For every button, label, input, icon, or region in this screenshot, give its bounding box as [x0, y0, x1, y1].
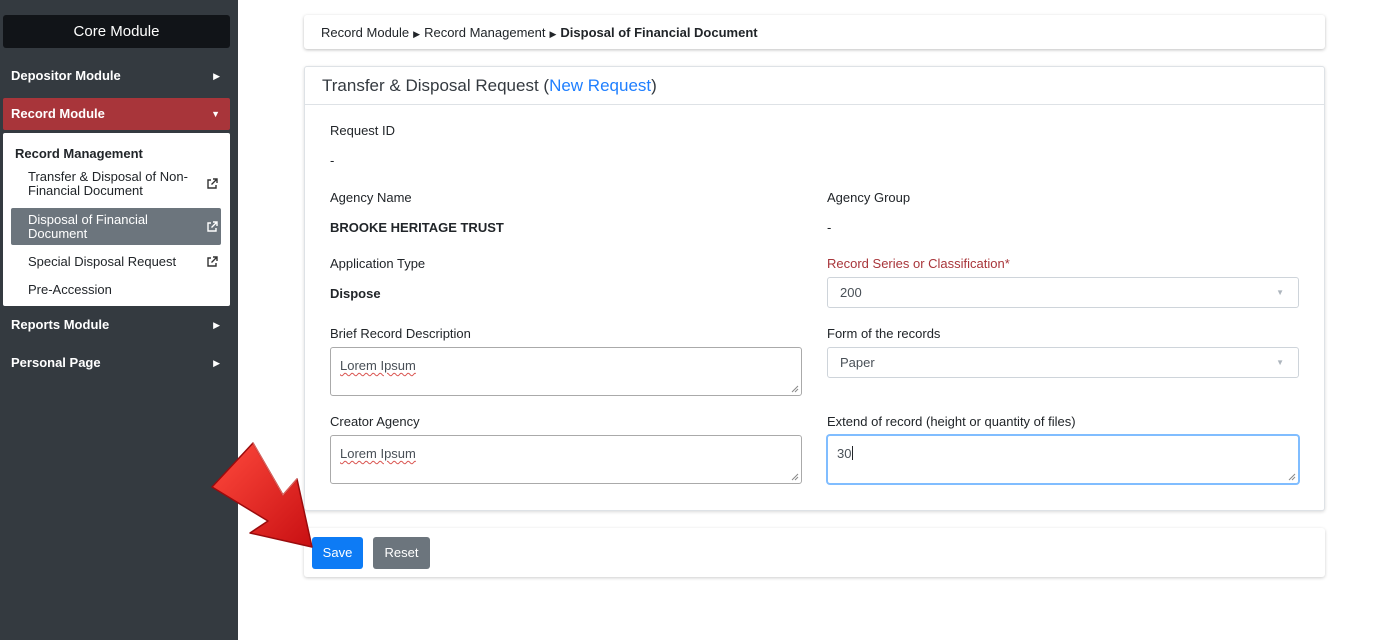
sidebar-item-reports-module[interactable]: Reports Module ▶ [3, 309, 230, 341]
select-value: 200 [840, 285, 862, 300]
link-label-line: Financial Document [28, 183, 143, 198]
submenu-title: Record Management [15, 146, 143, 161]
breadcrumb-item[interactable]: Record Module [321, 25, 409, 40]
application-type-value: Dispose [330, 286, 381, 301]
textarea-value: Lorem Ipsum [340, 358, 416, 373]
breadcrumb-separator-icon: ▶ [413, 29, 421, 39]
sidebar-item-depositor-module[interactable]: Depositor Module ▶ [3, 60, 230, 92]
sidebar-item-personal-page[interactable]: Personal Page ▶ [3, 347, 230, 379]
breadcrumb-separator-icon: ▶ [549, 29, 557, 39]
agency-name-value: BROOKE HERITAGE TRUST [330, 220, 504, 235]
form-actions-bar [304, 528, 1325, 577]
form-of-records-select[interactable]: Paper ▼ [827, 347, 1299, 378]
submenu-link-financial[interactable]: Disposal of Financial Document [11, 208, 221, 245]
caret-down-icon: ▼ [211, 109, 220, 119]
resize-grip-icon[interactable] [791, 385, 799, 393]
extend-of-record-textarea[interactable]: 30 [827, 435, 1299, 484]
resize-grip-icon[interactable] [791, 473, 799, 481]
card-title-prefix: Transfer & Disposal Request ( [322, 76, 550, 95]
sidebar: Core Module Depositor Module ▶ Record Mo… [0, 0, 238, 640]
breadcrumb-current: Disposal of Financial Document [560, 25, 758, 40]
caret-right-icon: ▶ [213, 71, 220, 81]
sidebar-item-label: Personal Page [11, 355, 101, 370]
card-title-status: New Request [549, 76, 652, 95]
creator-agency-label: Creator Agency [330, 414, 420, 429]
chevron-down-icon: ▼ [1276, 288, 1284, 297]
application-type-label: Application Type [330, 256, 426, 271]
external-link-icon [207, 256, 218, 267]
external-link-icon [207, 221, 218, 232]
request-id-label: Request ID [330, 123, 396, 138]
agency-group-value: - [827, 220, 832, 235]
card-title: Transfer & Disposal Request (New Request… [305, 67, 1324, 105]
submenu-link-non-financial[interactable]: Transfer & Disposal of Non- Financial Do… [11, 169, 221, 199]
creator-agency-textarea[interactable]: Lorem Ipsum [330, 435, 802, 484]
brief-description-label: Brief Record Description [330, 326, 471, 341]
reset-button[interactable]: Reset [373, 537, 430, 569]
caret-right-icon: ▶ [213, 320, 220, 330]
submenu-link-pre-accession[interactable]: Pre-Accession [11, 283, 221, 299]
textarea-value: 30 [837, 446, 852, 461]
sidebar-item-label: Reports Module [11, 317, 110, 332]
form-of-records-label: Form of the records [827, 326, 941, 341]
link-label-line: Disposal of Financial [28, 212, 148, 227]
breadcrumb-item[interactable]: Record Management [424, 25, 545, 40]
record-module-submenu: Record Management Transfer & Disposal of… [3, 133, 230, 306]
link-label: Pre-Accession [28, 282, 112, 297]
record-series-label: Record Series or Classification* [827, 256, 1010, 271]
sidebar-item-label: Record Module [11, 106, 105, 121]
annotation-arrow-icon [211, 442, 313, 548]
card-title-suffix: ) [651, 76, 657, 95]
breadcrumb: Record Module ▶ Record Management ▶ Disposal… [304, 15, 1325, 49]
sidebar-item-record-module[interactable]: Record Module ▼ [3, 98, 230, 130]
sidebar-header: Core Module [3, 15, 230, 48]
link-label-line: Transfer & Disposal of Non- [28, 169, 188, 184]
record-series-select[interactable]: 200 ▼ [827, 277, 1299, 308]
link-label: Special Disposal Request [28, 254, 177, 269]
submenu-link-special-disposal[interactable]: Special Disposal Request [11, 255, 221, 271]
request-form-card: Transfer & Disposal Request (New Request… [304, 66, 1325, 511]
text-cursor [852, 446, 854, 460]
link-label-line: Document [28, 226, 88, 241]
extend-of-record-label: Extend of record (height or quantity of … [827, 414, 1076, 429]
textarea-value: Lorem Ipsum [340, 446, 416, 461]
caret-right-icon: ▶ [213, 358, 220, 368]
agency-name-label: Agency Name [330, 190, 412, 205]
select-value: Paper [840, 355, 875, 370]
sidebar-item-label: Depositor Module [11, 68, 121, 83]
request-id-value: - [330, 153, 335, 168]
resize-grip-icon[interactable] [1288, 473, 1296, 481]
brief-description-textarea[interactable]: Lorem Ipsum [330, 347, 802, 396]
external-link-icon [207, 178, 218, 189]
chevron-down-icon: ▼ [1276, 358, 1284, 367]
agency-group-label: Agency Group [827, 190, 911, 205]
